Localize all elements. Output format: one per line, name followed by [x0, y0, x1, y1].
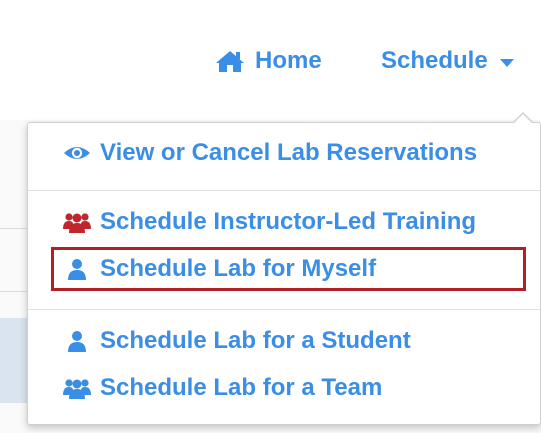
eye-icon: [62, 144, 92, 162]
menu-item-instructor-led-training[interactable]: Schedule Instructor-Led Training: [62, 208, 476, 236]
menu-item-lab-for-student[interactable]: Schedule Lab for a Student: [62, 327, 411, 355]
menu-item-label: Schedule Instructor-Led Training: [100, 208, 477, 235]
home-icon: [215, 49, 245, 73]
background-divider: [0, 291, 30, 292]
nav-schedule-label: Schedule: [381, 47, 488, 74]
group-icon: [62, 211, 92, 233]
user-icon: [62, 330, 92, 352]
nav-home-label: Home: [255, 47, 322, 74]
menu-divider: [28, 190, 540, 191]
schedule-dropdown-menu: View or Cancel Lab Reservations Schedule…: [27, 112, 541, 425]
caret-down-icon: [499, 47, 514, 75]
top-navbar: Home Schedule: [0, 0, 541, 120]
menu-item-label: View or Cancel Lab Reservations: [100, 139, 478, 166]
menu-item-view-cancel-reservations[interactable]: View or Cancel Lab Reservations: [62, 139, 477, 167]
menu-item-label: Schedule Lab for a Student: [100, 327, 411, 354]
nav-schedule-dropdown[interactable]: Schedule: [381, 47, 514, 75]
highlight-frame: [51, 247, 526, 291]
nav-home-link[interactable]: Home: [215, 47, 322, 75]
dropdown-pointer-fill: [513, 114, 533, 124]
menu-item-lab-for-team[interactable]: Schedule Lab for a Team: [62, 374, 382, 402]
background-divider: [0, 228, 30, 229]
group-icon: [62, 377, 92, 399]
background-panel: [0, 318, 30, 403]
menu-divider: [28, 309, 540, 310]
menu-item-label: Schedule Lab for a Team: [100, 374, 383, 401]
